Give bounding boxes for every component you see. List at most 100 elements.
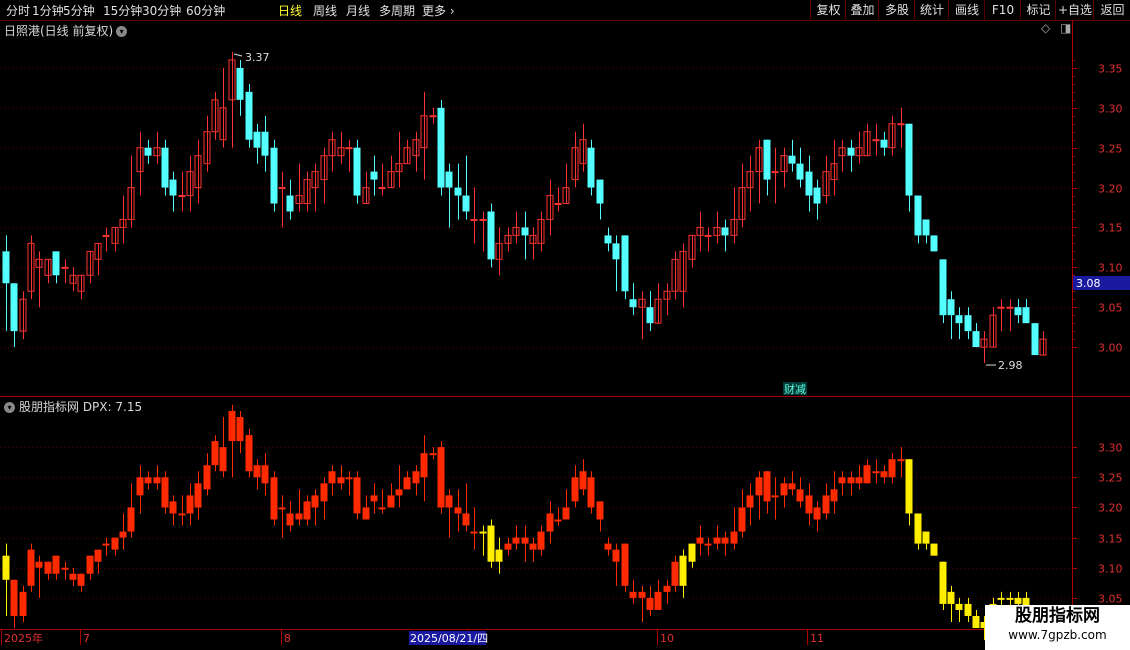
chevron-down-icon[interactable]: ▾ bbox=[4, 402, 15, 413]
period-tab-4[interactable]: 30分钟 bbox=[142, 2, 181, 19]
period-tab-3[interactable]: 15分钟 bbox=[103, 2, 142, 19]
toolbar-button-4[interactable]: 画线 bbox=[948, 0, 985, 20]
price-tick-label: 3.25 bbox=[1098, 143, 1123, 156]
candle-body-up bbox=[980, 338, 988, 348]
indicator-bar bbox=[512, 537, 520, 544]
candle-body-up bbox=[738, 187, 746, 220]
indicator-bar bbox=[604, 543, 612, 550]
period-tab-5[interactable]: 60分钟 bbox=[186, 2, 225, 19]
indicator-tick-label: 3.15 bbox=[1098, 533, 1123, 546]
indicator-bar bbox=[704, 543, 712, 546]
period-tab-7[interactable]: 周线 bbox=[313, 2, 337, 19]
candle-body-up bbox=[119, 218, 127, 228]
indicator-bar bbox=[914, 513, 922, 544]
candle-body-up bbox=[1039, 338, 1047, 356]
indicator-bar bbox=[487, 525, 495, 562]
current-price-label: 3.08 bbox=[1076, 277, 1101, 290]
candle-body-up bbox=[19, 298, 27, 332]
more-periods-button[interactable]: 更多 › bbox=[422, 2, 455, 19]
toolbar-button-1[interactable]: 叠加 bbox=[845, 0, 879, 20]
date-label: 8 bbox=[284, 632, 291, 645]
indicator-bar bbox=[546, 513, 554, 532]
candle-body-down bbox=[939, 259, 947, 316]
indicator-bar bbox=[771, 495, 779, 498]
period-tab-1[interactable]: 1分钟 bbox=[32, 2, 64, 19]
price-tick-label: 3.35 bbox=[1098, 63, 1123, 76]
indicator-bar bbox=[144, 477, 152, 484]
candle-body-up bbox=[153, 147, 161, 157]
candle-body-down bbox=[161, 147, 169, 188]
period-tab-9[interactable]: 多周期 bbox=[379, 2, 415, 19]
candle-body-up bbox=[77, 274, 85, 292]
indicator-bar bbox=[930, 543, 938, 556]
indicator-bar bbox=[897, 459, 905, 462]
chevron-down-icon[interactable]: ▾ bbox=[116, 26, 128, 37]
candle-body-down bbox=[270, 147, 278, 204]
indicator-bar bbox=[763, 471, 771, 502]
indicator-bar bbox=[378, 507, 386, 510]
indicator-bar bbox=[303, 501, 311, 520]
window-toggle-icon[interactable]: ◨ bbox=[1060, 21, 1071, 35]
toolbar-button-0[interactable]: 复权 bbox=[810, 0, 846, 20]
candle-body-down bbox=[847, 147, 855, 156]
diamond-icon[interactable]: ◇ bbox=[1041, 21, 1050, 35]
candle-body-up bbox=[746, 171, 754, 189]
indicator-bar bbox=[796, 489, 804, 502]
indicator-bar bbox=[964, 603, 972, 616]
indicator-bar bbox=[863, 465, 871, 484]
period-tab-0[interactable]: 分时 bbox=[6, 2, 30, 19]
period-tab-8[interactable]: 月线 bbox=[346, 2, 370, 19]
period-tab-6[interactable]: 日线 bbox=[278, 2, 302, 19]
candle-body-up bbox=[537, 218, 545, 244]
candle-body-up bbox=[529, 234, 537, 244]
candle-body-up bbox=[897, 123, 905, 126]
candle-body-down bbox=[261, 131, 269, 156]
current-price-tag bbox=[1073, 276, 1130, 290]
indicator-bar bbox=[153, 477, 161, 484]
cursor-date-box bbox=[409, 631, 486, 645]
toolbar-button-6[interactable]: 标记 bbox=[1020, 0, 1056, 20]
indicator-bar bbox=[679, 555, 687, 586]
indicator-bar bbox=[997, 597, 1005, 600]
indicator-bar bbox=[1014, 597, 1022, 604]
kline-chart[interactable]: 3.35 3.30 3.25 3.20 3.15 3.10 3.05 3.00 3.30 3.25… bbox=[0, 0, 1130, 650]
candle-body-up bbox=[295, 195, 303, 205]
candle-body-down bbox=[813, 187, 821, 204]
indicator-bar bbox=[972, 615, 980, 629]
indicator-bar bbox=[730, 531, 738, 544]
indicator-bar bbox=[805, 495, 813, 514]
candle-body-down bbox=[10, 283, 18, 332]
indicator-bar bbox=[61, 567, 69, 570]
indicator-bar bbox=[813, 507, 821, 520]
candle-body-down bbox=[596, 179, 604, 204]
toolbar-button-2[interactable]: 多股 bbox=[878, 0, 915, 20]
candle-body-up bbox=[228, 59, 236, 101]
period-tab-2[interactable]: 5分钟 bbox=[63, 2, 95, 19]
candle-body-up bbox=[203, 131, 211, 165]
candle-body-up bbox=[94, 242, 102, 260]
indicator-bar bbox=[44, 561, 52, 574]
event-marker-label: 财减 bbox=[784, 382, 806, 396]
toolbar-button-3[interactable]: 统计 bbox=[914, 0, 949, 20]
indicator-bar bbox=[370, 495, 378, 502]
indicator-bar bbox=[186, 495, 194, 514]
candle-body-down bbox=[587, 147, 595, 188]
candle-body-down bbox=[880, 139, 888, 148]
candle-body-down bbox=[370, 171, 378, 180]
candle-body-down bbox=[2, 251, 10, 284]
candle-body-down bbox=[964, 315, 972, 332]
indicator-bar bbox=[788, 483, 796, 490]
indicator-bar bbox=[521, 537, 529, 544]
period-toolbar: 分时 1分钟 5分钟 15分钟 30分钟 60分钟 日线 周线 月线 多周期 更多 › 复权 叠加多… bbox=[0, 0, 1130, 21]
candle-body-up bbox=[412, 139, 420, 157]
main-panel-title: 日照港(日线 前复权) ▾ bbox=[4, 22, 128, 39]
candle-body-up bbox=[1006, 306, 1014, 309]
indicator-bar bbox=[337, 477, 345, 484]
indicator-tick-label: 3.05 bbox=[1098, 593, 1123, 606]
toolbar-button-7[interactable]: +自选 bbox=[1055, 0, 1094, 20]
toolbar-button-8[interactable]: 返回 bbox=[1093, 0, 1130, 20]
candle-body-down bbox=[955, 315, 963, 324]
candle-body-up bbox=[562, 187, 570, 205]
toolbar-button-5[interactable]: F10 bbox=[984, 0, 1021, 20]
date-label: 10 bbox=[660, 632, 674, 645]
